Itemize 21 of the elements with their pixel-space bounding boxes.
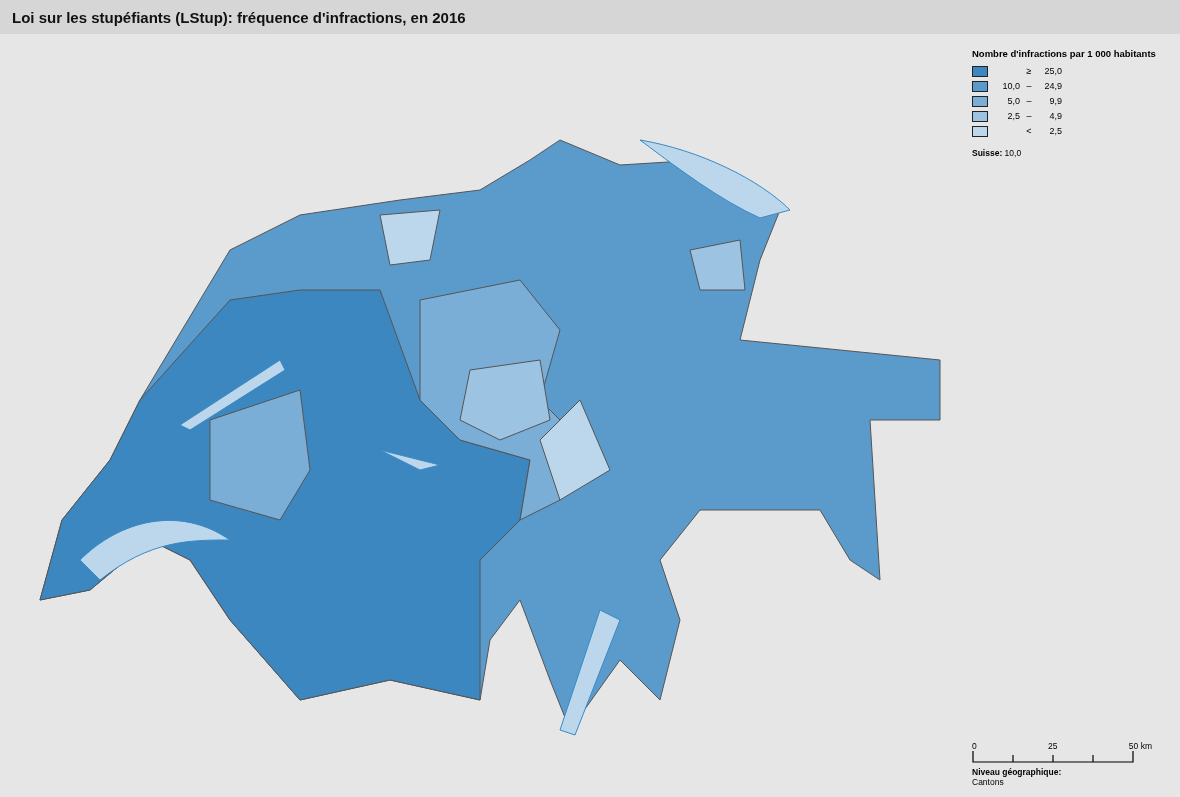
legend-value: 25,0 xyxy=(1043,66,1062,76)
legend-value: 4,9 xyxy=(1048,111,1062,121)
legend-value: 5,0 xyxy=(1006,96,1020,106)
scale-label: 50 km xyxy=(1128,741,1152,751)
legend-symbol: – xyxy=(1025,111,1033,121)
legend-value: 2,5 xyxy=(1048,126,1062,136)
legend-symbol: < xyxy=(1025,126,1033,136)
geo-level-label: Niveau géographique: xyxy=(972,767,1063,777)
legend-symbol: – xyxy=(1025,96,1033,106)
geo-level-value: Cantons xyxy=(972,777,1005,787)
map-title: Loi sur les stupéfiants (LStup): fréquence d'infractions, en 2016 xyxy=(12,8,466,26)
legend-symbol: ≥ xyxy=(1025,66,1033,76)
legend-value: 10,0 xyxy=(1001,81,1020,91)
legend-value: 9,9 xyxy=(1048,96,1062,106)
national-value: Suisse: 10,0 xyxy=(972,148,1023,158)
scale-label: 25 xyxy=(1048,741,1058,751)
legend-value: 24,9 xyxy=(1043,81,1062,91)
scale-label: 0 xyxy=(972,741,977,751)
legend-title: Nombre d'infractions par 1 000 habitants xyxy=(972,48,1157,59)
legend-symbol: – xyxy=(1025,81,1033,91)
legend-value: 2,5 xyxy=(1006,111,1020,121)
